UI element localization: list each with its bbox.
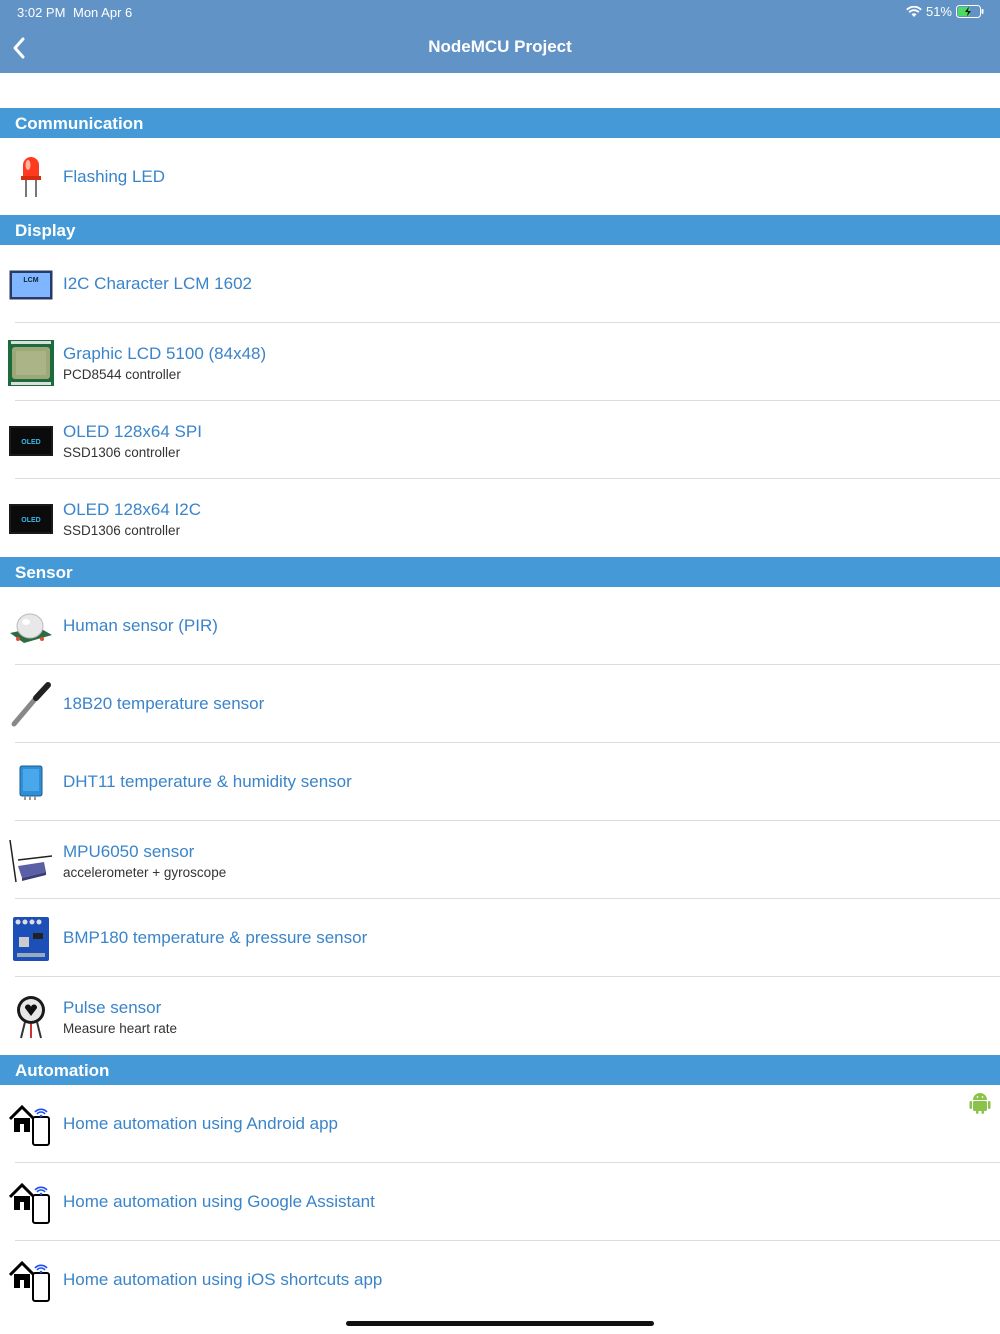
list-item-pir-sensor[interactable]: Human sensor (PIR) (0, 587, 1000, 665)
list-item-bmp180[interactable]: BMP180 temperature & pressure sensor (0, 899, 1000, 977)
section-header-sensor: Sensor (0, 557, 1000, 587)
list-item-home-automation-google[interactable]: Home automation using Google Assistant (0, 1163, 1000, 1241)
battery-charging-icon (956, 5, 984, 18)
list-item-oled-spi[interactable]: OLED OLED 128x64 SPI SSD1306 controller (0, 401, 1000, 479)
item-title: Flashing LED (63, 167, 166, 186)
item-title: Home automation using Google Assistant (63, 1192, 375, 1211)
list-item-18b20[interactable]: 18B20 temperature sensor (0, 665, 1000, 743)
item-title: DHT11 temperature & humidity sensor (63, 772, 352, 791)
item-subtitle: SSD1306 controller (63, 523, 181, 538)
section-title: Sensor (15, 563, 73, 582)
mpu6050-icon (8, 838, 54, 884)
status-bar: 3:02 PM Mon Apr 6 51% (0, 0, 1000, 24)
home-indicator[interactable] (346, 1321, 654, 1326)
list-item-flashing-led[interactable]: Flashing LED (0, 138, 1000, 216)
list-item-graphic-lcd-5100[interactable]: Graphic LCD 5100 (84x48) PCD8544 control… (0, 323, 1000, 401)
item-title: BMP180 temperature & pressure sensor (63, 928, 368, 947)
lcm-icon-label: LCM (23, 277, 38, 284)
page-title: NodeMCU Project (428, 37, 572, 56)
led-icon (8, 155, 54, 201)
item-title: Graphic LCD 5100 (84x48) (63, 344, 267, 363)
home-automation-icon (8, 1258, 54, 1304)
oled-icon-label: OLED (21, 439, 40, 446)
pulse-sensor-icon (8, 994, 54, 1040)
section-title: Automation (15, 1061, 110, 1080)
item-title: Pulse sensor (63, 998, 162, 1017)
item-title: OLED 128x64 SPI (63, 422, 202, 441)
item-subtitle: PCD8544 controller (63, 367, 181, 382)
list-item-mpu6050[interactable]: MPU6050 sensor accelerometer + gyroscope (0, 821, 1000, 899)
oled-icon-label: OLED (21, 517, 40, 524)
android-icon (969, 1093, 991, 1114)
item-title: Home automation using iOS shortcuts app (63, 1270, 383, 1289)
section-title: Display (15, 221, 76, 240)
status-date: Mon Apr 6 (73, 5, 133, 20)
item-subtitle: SSD1306 controller (63, 445, 181, 460)
item-title: Home automation using Android app (63, 1114, 339, 1133)
status-right: 51% (906, 4, 984, 19)
list-item-lcm-1602[interactable]: LCM I2C Character LCM 1602 (0, 245, 1000, 323)
section-header-communication: Communication (0, 108, 1000, 138)
list-item-home-automation-android[interactable]: Home automation using Android app (0, 1085, 1000, 1163)
oled-icon: OLED (8, 496, 54, 542)
lcm-icon: LCM (8, 262, 54, 308)
wifi-icon (906, 5, 922, 17)
list-item-oled-i2c[interactable]: OLED OLED 128x64 I2C SSD1306 controller (0, 479, 1000, 557)
status-time: 3:02 PM (17, 5, 66, 20)
temperature-probe-icon (8, 682, 54, 728)
item-title: I2C Character LCM 1602 (63, 274, 252, 293)
list-item-dht11[interactable]: DHT11 temperature & humidity sensor (0, 743, 1000, 821)
item-title: MPU6050 sensor (63, 842, 195, 861)
item-subtitle: accelerometer + gyroscope (63, 865, 227, 880)
bmp180-icon (8, 916, 54, 962)
item-title: Human sensor (PIR) (63, 616, 218, 635)
section-header-automation: Automation (0, 1055, 1000, 1085)
dht11-icon (8, 760, 54, 806)
item-title: OLED 128x64 I2C (63, 500, 201, 519)
home-automation-icon (8, 1102, 54, 1148)
oled-icon: OLED (8, 418, 54, 464)
home-automation-icon (8, 1180, 54, 1226)
item-subtitle: Measure heart rate (63, 1021, 178, 1036)
navigation-bar: NodeMCU Project (0, 24, 1000, 73)
pir-sensor-icon (8, 604, 54, 650)
graphic-lcd-icon (8, 340, 54, 386)
section-header-display: Display (0, 215, 1000, 245)
section-title: Communication (15, 114, 144, 133)
list-item-home-automation-ios[interactable]: Home automation using iOS shortcuts app (0, 1241, 1000, 1319)
item-title: 18B20 temperature sensor (63, 694, 265, 713)
battery-percent: 51% (925, 4, 952, 19)
list-item-pulse-sensor[interactable]: Pulse sensor Measure heart rate (0, 977, 1000, 1055)
